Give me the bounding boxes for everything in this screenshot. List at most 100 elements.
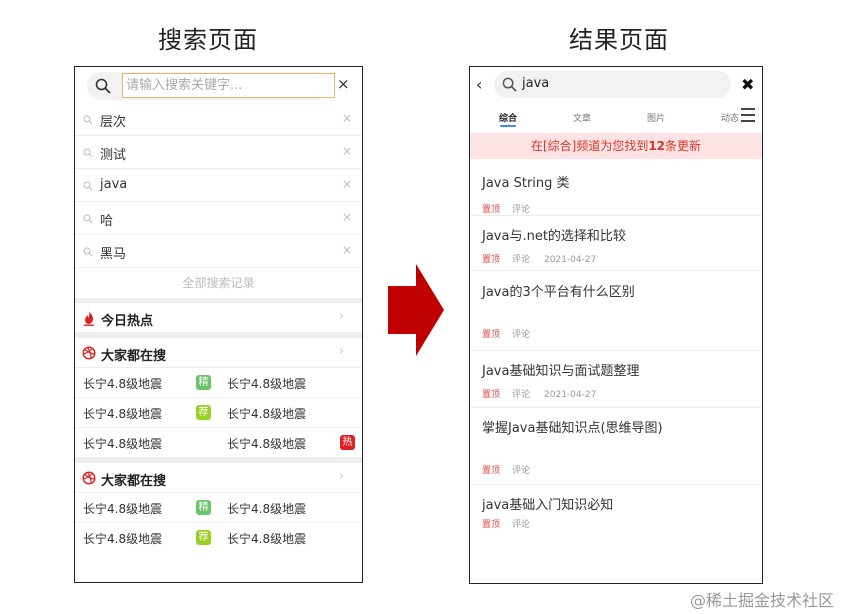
comment-label: 评论 bbox=[512, 520, 531, 530]
result-meta: 置顶 评论 2021-04-27 bbox=[482, 387, 596, 400]
result-item[interactable]: Java基础知识与面试题整理 置顶 评论 2021-04-27 bbox=[470, 351, 762, 408]
popular-search-row: 长宁4.8级地震 荐 长宁4.8级地震 bbox=[75, 398, 362, 428]
comment-label: 评论 bbox=[512, 390, 531, 400]
pinned-label: 置顶 bbox=[482, 330, 501, 340]
result-meta: 置顶 评论 bbox=[482, 463, 544, 476]
result-top-bar: ‹ ✖ bbox=[470, 67, 762, 101]
chevron-right-icon: › bbox=[338, 469, 344, 484]
history-item[interactable]: 层次 × bbox=[75, 103, 362, 136]
result-title: Java String 类 bbox=[482, 176, 570, 191]
result-title: Java与.net的选择和比较 bbox=[482, 229, 626, 244]
result-item[interactable]: Java与.net的选择和比较 置顶 评论 2021-04-27 bbox=[470, 216, 762, 271]
delete-history-button[interactable]: × bbox=[342, 243, 352, 257]
result-item[interactable]: 掌握Java基础知识点(思维导图) 置顶 评论 bbox=[470, 408, 762, 485]
result-meta: 置顶 评论 bbox=[482, 517, 544, 530]
history-item[interactable]: 黑马 × bbox=[75, 235, 362, 268]
history-item[interactable]: 测试 × bbox=[75, 136, 362, 169]
channel-tabs: 综合 文章 图片 动态 bbox=[470, 107, 762, 131]
banner-prefix: 在[综合]频道为您找到 bbox=[530, 139, 649, 153]
popular-search-title: 大家都在搜 bbox=[101, 474, 167, 489]
popular-search-row: 长宁4.8级地震 荐 长宁4.8级地震 bbox=[75, 523, 362, 553]
search-icon bbox=[83, 181, 93, 191]
result-meta: 置顶 评论 bbox=[482, 327, 544, 340]
search-bar bbox=[87, 72, 335, 100]
chevron-right-icon: › bbox=[338, 344, 344, 359]
popular-search-item[interactable]: 长宁4.8级地震 bbox=[83, 435, 162, 452]
history-item-text: 测试 bbox=[100, 148, 127, 163]
comment-label: 评论 bbox=[512, 205, 531, 215]
search-icon bbox=[83, 148, 93, 158]
hot-badge: 热 bbox=[340, 435, 355, 450]
popular-search-item[interactable]: 长宁4.8级地震 bbox=[227, 500, 306, 517]
tab-images[interactable]: 图片 bbox=[647, 111, 665, 124]
history-item-text: 黑马 bbox=[100, 247, 127, 262]
comment-label: 评论 bbox=[512, 466, 531, 476]
dribbble-icon bbox=[82, 346, 96, 360]
result-page-heading: 结果页面 bbox=[569, 26, 669, 54]
search-icon bbox=[83, 247, 93, 257]
history-item[interactable]: 哈 × bbox=[75, 202, 362, 235]
result-date: 2021-04-27 bbox=[544, 255, 597, 265]
popular-search-item[interactable]: 长宁4.8级地震 bbox=[83, 375, 162, 392]
popular-search-item[interactable]: 长宁4.8级地震 bbox=[227, 530, 306, 547]
today-hot-header[interactable]: 今日热点 › bbox=[75, 303, 362, 333]
today-hot-title: 今日热点 bbox=[101, 314, 154, 329]
watermark: @稀土掘金技术社区 bbox=[690, 591, 835, 610]
result-title: Java基础知识与面试题整理 bbox=[482, 364, 640, 379]
search-history-list: 层次 × 测试 × java × 哈 × 黑马 × 全部搜索记录 今日热点 › … bbox=[75, 103, 362, 553]
close-button[interactable]: ✖ bbox=[741, 75, 754, 94]
popular-search-item[interactable]: 长宁4.8级地震 bbox=[227, 435, 306, 452]
delete-history-button[interactable]: × bbox=[342, 111, 352, 125]
history-item-text: 哈 bbox=[100, 214, 114, 229]
pinned-label: 置顶 bbox=[482, 205, 501, 215]
result-search-input[interactable] bbox=[522, 76, 702, 91]
result-title: java基础入门知识必知 bbox=[482, 498, 614, 513]
popular-search-item[interactable]: 长宁4.8级地震 bbox=[83, 500, 162, 517]
result-count-banner: 在[综合]频道为您找到12条更新 bbox=[470, 133, 762, 159]
search-input[interactable] bbox=[122, 73, 335, 98]
history-item-text: 层次 bbox=[100, 115, 127, 130]
chevron-right-icon: › bbox=[338, 309, 344, 324]
result-item[interactable]: java基础入门知识必知 置顶 评论 bbox=[470, 485, 762, 545]
search-icon bbox=[83, 115, 93, 125]
recommend-badge: 荐 bbox=[196, 405, 211, 420]
result-item[interactable]: Java String 类 置顶 评论 bbox=[470, 159, 762, 216]
popular-search-title: 大家都在搜 bbox=[101, 349, 167, 364]
banner-suffix: 条更新 bbox=[665, 139, 702, 153]
tab-articles[interactable]: 文章 bbox=[573, 111, 591, 124]
delete-history-button[interactable]: × bbox=[342, 177, 352, 191]
popular-search-item[interactable]: 长宁4.8级地震 bbox=[227, 405, 306, 422]
comment-label: 评论 bbox=[512, 255, 531, 265]
search-icon bbox=[95, 78, 111, 94]
result-meta: 置顶 评论 bbox=[482, 202, 544, 215]
pinned-label: 置顶 bbox=[482, 466, 501, 476]
search-page-heading: 搜索页面 bbox=[158, 26, 258, 54]
arrow-right-icon bbox=[388, 264, 444, 356]
history-item[interactable]: java × bbox=[75, 169, 362, 202]
popular-search-row: 长宁4.8级地震 精 长宁4.8级地震 bbox=[75, 493, 362, 523]
active-tab-indicator bbox=[500, 125, 516, 127]
popular-search-item[interactable]: 长宁4.8级地震 bbox=[227, 375, 306, 392]
popular-search-row: 长宁4.8级地震 长宁4.8级地震 热 bbox=[75, 428, 362, 458]
banner-count: 12 bbox=[648, 139, 666, 153]
result-search-bar bbox=[494, 71, 731, 98]
popular-search-row: 长宁4.8级地震 精 长宁4.8级地震 bbox=[75, 368, 362, 398]
popular-search-item[interactable]: 长宁4.8级地震 bbox=[83, 405, 162, 422]
result-item[interactable]: Java的3个平台有什么区别 置顶 评论 bbox=[470, 271, 762, 351]
menu-icon[interactable] bbox=[741, 108, 755, 124]
popular-search-item[interactable]: 长宁4.8级地震 bbox=[83, 530, 162, 547]
pinned-label: 置顶 bbox=[482, 520, 501, 530]
flame-icon bbox=[84, 311, 94, 326]
tab-moments[interactable]: 动态 bbox=[721, 111, 739, 124]
close-button[interactable]: × bbox=[337, 75, 350, 93]
all-history-link[interactable]: 全部搜索记录 bbox=[75, 268, 362, 298]
delete-history-button[interactable]: × bbox=[342, 144, 352, 158]
result-title: 掌握Java基础知识点(思维导图) bbox=[482, 421, 663, 436]
result-meta: 置顶 评论 2021-04-27 bbox=[482, 252, 596, 265]
search-icon bbox=[83, 214, 93, 224]
popular-search-header[interactable]: 大家都在搜 › bbox=[75, 463, 362, 493]
popular-search-header[interactable]: 大家都在搜 › bbox=[75, 338, 362, 368]
tab-comprehensive[interactable]: 综合 bbox=[499, 111, 517, 124]
delete-history-button[interactable]: × bbox=[342, 210, 352, 224]
back-icon[interactable]: ‹ bbox=[476, 75, 482, 94]
